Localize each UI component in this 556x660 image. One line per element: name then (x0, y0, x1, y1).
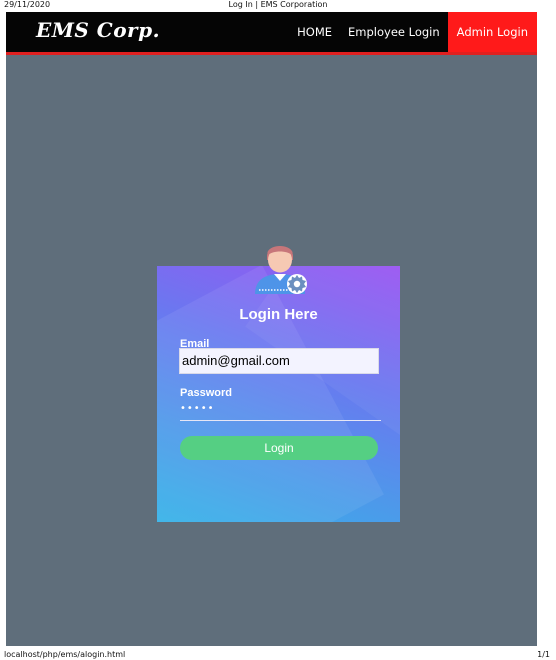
login-title: Login Here (239, 306, 318, 323)
print-title: Log In | EMS Corporation (228, 0, 328, 9)
admin-user-gear-icon (255, 246, 307, 294)
nav-links: HOME Employee Login Admin Login (289, 12, 537, 52)
brand-logo[interactable]: EMS Corp. (36, 18, 160, 42)
page-viewport: EMS Corp. HOME Employee Login Admin Logi… (6, 12, 537, 646)
login-card: Login Here Email admin@gmail.com Passwor… (157, 266, 400, 522)
nav-admin-login-link[interactable]: Admin Login (447, 12, 537, 52)
print-header: 29/11/2020 Log In | EMS Corporation (0, 0, 556, 12)
login-button[interactable]: Login (180, 436, 378, 460)
print-page-number: 1/1 (537, 650, 550, 659)
navbar: EMS Corp. HOME Employee Login Admin Logi… (6, 12, 537, 55)
print-url: localhost/php/ems/alogin.html (4, 650, 126, 659)
nav-employee-login-link[interactable]: Employee Login (340, 12, 448, 52)
email-field[interactable]: admin@gmail.com (179, 348, 379, 374)
password-label: Password (180, 387, 232, 399)
print-footer: localhost/php/ems/alogin.html 1/1 (0, 650, 556, 660)
nav-home-link[interactable]: HOME (289, 12, 340, 52)
password-field[interactable]: ••••• (180, 400, 381, 421)
